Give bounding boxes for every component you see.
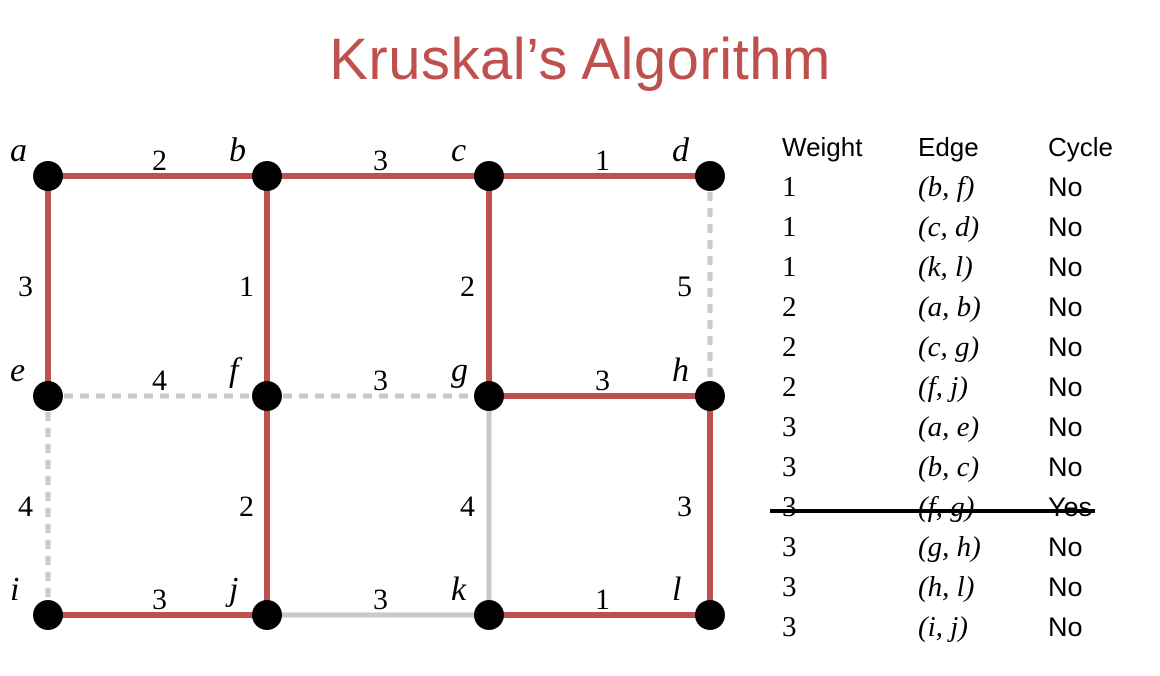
edge-weight-ab: 2: [152, 144, 167, 177]
cell-cycle: No: [1048, 332, 1083, 362]
cell-cycle: No: [1048, 572, 1083, 602]
edge-weight-dh: 5: [677, 270, 692, 303]
vertex-label-c: c: [451, 132, 467, 169]
graph-vertex-d: [695, 161, 725, 191]
graph-vertex-c: [474, 161, 504, 191]
cell-edge: (f, j): [918, 371, 968, 403]
cell-cycle: No: [1048, 212, 1083, 242]
edge-table: Weight Edge Cycle 1 (b, f) No 1 (c, d) No 1 (k,…: [770, 132, 1150, 662]
edge-weight-hl: 3: [677, 490, 692, 523]
edge-weight-cg: 2: [460, 270, 475, 303]
table-row[interactable]: 1 (k, l) No: [770, 252, 1150, 292]
vertex-label-l: l: [672, 571, 682, 608]
column-header-edge: Edge: [918, 132, 979, 162]
cell-edge: (k, l): [918, 251, 973, 283]
edge-weight-ei: 4: [18, 490, 33, 523]
vertex-label-k: k: [451, 571, 467, 608]
vertex-label-f: f: [229, 352, 239, 389]
graph-vertex-b: [252, 161, 282, 191]
graph-vertex-g: [474, 381, 504, 411]
graph-vertex-j: [252, 600, 282, 630]
vertex-label-j: j: [229, 571, 239, 608]
vertex-label-a: a: [10, 132, 27, 169]
edge-weight-bc: 3: [373, 144, 388, 177]
slide-canvas: Kruskal’s Algorithm a b c d e f g h i j k l 2 3 1 3 1 2 5 4…: [0, 0, 1160, 676]
vertex-label-b: b: [229, 132, 246, 169]
edge-weight-gh: 3: [595, 364, 610, 397]
edge-weight-ij: 3: [152, 583, 167, 616]
edge-weight-fg: 3: [373, 364, 388, 397]
table-row[interactable]: 3 (g, h) No: [770, 532, 1150, 572]
graph-vertex-h: [695, 381, 725, 411]
cell-edge: (i, j): [918, 611, 968, 643]
edge-weight-cd: 1: [595, 144, 610, 177]
vertex-label-e: e: [10, 352, 26, 389]
graph-vertex-a: [33, 161, 63, 191]
row-strikethrough: [770, 509, 1095, 513]
cell-weight: 3: [782, 571, 797, 603]
table-row[interactable]: 2 (c, g) No: [770, 332, 1150, 372]
vertex-label-i: i: [10, 571, 20, 608]
edge-weight-kl: 1: [595, 583, 610, 616]
graph-vertex-e: [33, 381, 63, 411]
cell-edge: (a, b): [918, 291, 981, 323]
cell-cycle: No: [1048, 372, 1083, 402]
edge-weight-ae: 3: [18, 270, 33, 303]
table-row[interactable]: 3 (b, c) No: [770, 452, 1150, 492]
graph-vertex-l: [695, 600, 725, 630]
cell-cycle: No: [1048, 532, 1083, 562]
cell-weight: 3: [782, 611, 797, 643]
edge-weight-ef: 4: [152, 364, 167, 397]
table-header-row: Weight Edge Cycle: [770, 132, 1150, 172]
cell-weight: 3: [782, 451, 797, 483]
cell-weight: 1: [782, 171, 797, 203]
cell-weight: 2: [782, 331, 797, 363]
table-row[interactable]: 3 (h, l) No: [770, 572, 1150, 612]
cell-cycle: No: [1048, 452, 1083, 482]
cell-edge: (a, e): [918, 411, 980, 443]
vertex-label-h: h: [672, 352, 689, 389]
cell-edge: (h, l): [918, 571, 975, 603]
table-row[interactable]: 2 (f, j) No: [770, 372, 1150, 412]
vertex-label-d: d: [672, 132, 689, 169]
edge-weight-jk: 3: [373, 583, 388, 616]
edge-weight-fj: 2: [239, 490, 254, 523]
cell-edge: (b, f): [918, 171, 975, 203]
graph-vertex-f: [252, 381, 282, 411]
table-row[interactable]: 3 (f, g) Yes: [770, 492, 1150, 532]
table-row[interactable]: 3 (a, e) No: [770, 412, 1150, 452]
table-row[interactable]: 1 (c, d) No: [770, 212, 1150, 252]
edge-weight-gk: 4: [460, 490, 475, 523]
page-title: Kruskal’s Algorithm: [329, 27, 831, 92]
cell-edge: (b, c): [918, 451, 980, 483]
cell-edge: (f, g): [918, 491, 975, 523]
cell-cycle: No: [1048, 172, 1083, 202]
cell-edge: (c, g): [918, 331, 980, 363]
column-header-weight: Weight: [782, 132, 863, 162]
cell-weight: 1: [782, 251, 797, 283]
graph-vertex-k: [474, 600, 504, 630]
graph-diagram: a b c d e f g h i j k l 2 3 1 3 1 2 5 4 3 3 4 2 4 3 3 3 1: [0, 120, 760, 670]
vertex-label-g: g: [451, 352, 468, 389]
cell-weight: 3: [782, 411, 797, 443]
cell-cycle: No: [1048, 612, 1083, 642]
column-header-cycle: Cycle: [1048, 132, 1114, 162]
cell-cycle: No: [1048, 292, 1083, 322]
graph-vertex-i: [33, 600, 63, 630]
cell-weight: 2: [782, 371, 797, 403]
cell-weight: 2: [782, 291, 797, 323]
cell-edge: (g, h): [918, 531, 981, 563]
cell-edge: (c, d): [918, 211, 980, 243]
cell-weight: 1: [782, 211, 797, 243]
cell-weight: 3: [782, 491, 797, 523]
table-row[interactable]: 3 (i, j) No: [770, 612, 1150, 652]
cell-cycle: No: [1048, 412, 1083, 442]
edge-weight-bf: 1: [239, 270, 254, 303]
cell-weight: 3: [782, 531, 797, 563]
table-row[interactable]: 1 (b, f) No: [770, 172, 1150, 212]
table-row[interactable]: 2 (a, b) No: [770, 292, 1150, 332]
cell-cycle: Yes: [1048, 492, 1093, 522]
cell-cycle: No: [1048, 252, 1083, 282]
